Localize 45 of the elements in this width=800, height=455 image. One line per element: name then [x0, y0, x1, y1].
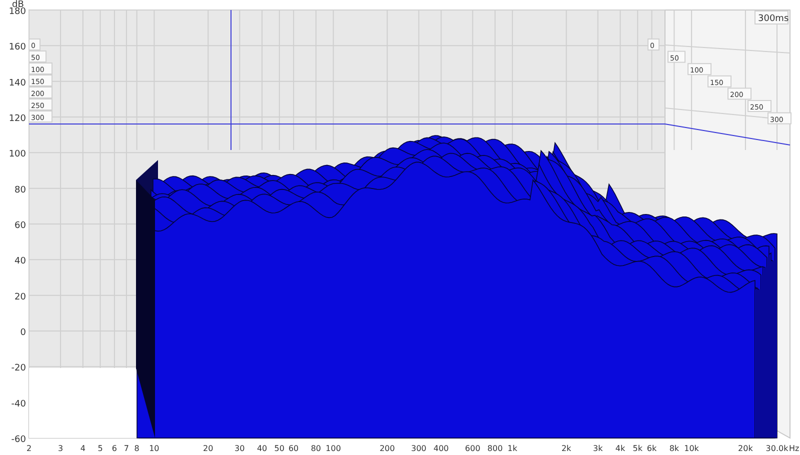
x-tick-label: 10k [684, 444, 699, 453]
y-tick-label: 160 [8, 42, 26, 53]
x-tick-label: 50 [274, 444, 284, 453]
x-tick-label: 10 [149, 444, 160, 453]
x-tick-label: 8k [669, 444, 680, 453]
y-tick-label: -40 [11, 399, 26, 410]
x-tick-label: 2k [561, 444, 572, 453]
x-tick-label: 2 [26, 444, 32, 453]
x-tick-label: 5k [632, 444, 642, 453]
y-tick-label: 60 [14, 221, 26, 231]
x-tick-label: 80 [310, 444, 322, 453]
x-tick-label: 6 [112, 444, 117, 453]
x-tick-label: 30 [234, 444, 245, 453]
x-tick-label: 800 [487, 444, 503, 453]
y-tick-label: 0 [20, 328, 26, 338]
x-tick-label: 30.0k [766, 444, 788, 453]
x-tick-label: 1k [508, 444, 518, 453]
x-tick-label: 8 [134, 444, 140, 453]
x-tick-label: 200 [380, 444, 395, 453]
y-tick-label: 20 [14, 292, 26, 302]
x-tick-label: 400 [434, 444, 449, 453]
x-tick-label: 3k [593, 444, 603, 453]
x-tick-label: 300 [411, 444, 426, 453]
x-tick-label: 20 [203, 444, 214, 453]
x-tick-label: 60 [288, 444, 299, 453]
y-tick-label: -60 [11, 435, 26, 445]
x-tick-label: 20k [738, 444, 753, 453]
y-tick-label: -20 [11, 364, 26, 374]
y-tick-label: 40 [14, 256, 26, 267]
y-tick-label: 180 [8, 7, 26, 17]
time-axis-label: 300ms [754, 10, 789, 24]
x-tick-label: 100 [326, 444, 341, 453]
x-tick-label: 3 [58, 444, 64, 453]
x-tick-label: 5 [98, 444, 103, 453]
x-tick-label: 4 [80, 444, 86, 453]
x-tick-label: 40 [256, 444, 268, 453]
y-tick-label: 100 [8, 150, 26, 160]
y-tick-label: 120 [8, 114, 26, 124]
y-tick-label: 80 [14, 185, 26, 196]
x-tick-label: 4k [615, 444, 626, 453]
x-tick-label: 600 [465, 444, 480, 453]
axis-unit: Hz [789, 444, 800, 453]
x-tick-label: 7 [124, 444, 129, 453]
x-tick-label: 6k [646, 444, 657, 453]
y-tick-label: 140 [8, 78, 26, 88]
